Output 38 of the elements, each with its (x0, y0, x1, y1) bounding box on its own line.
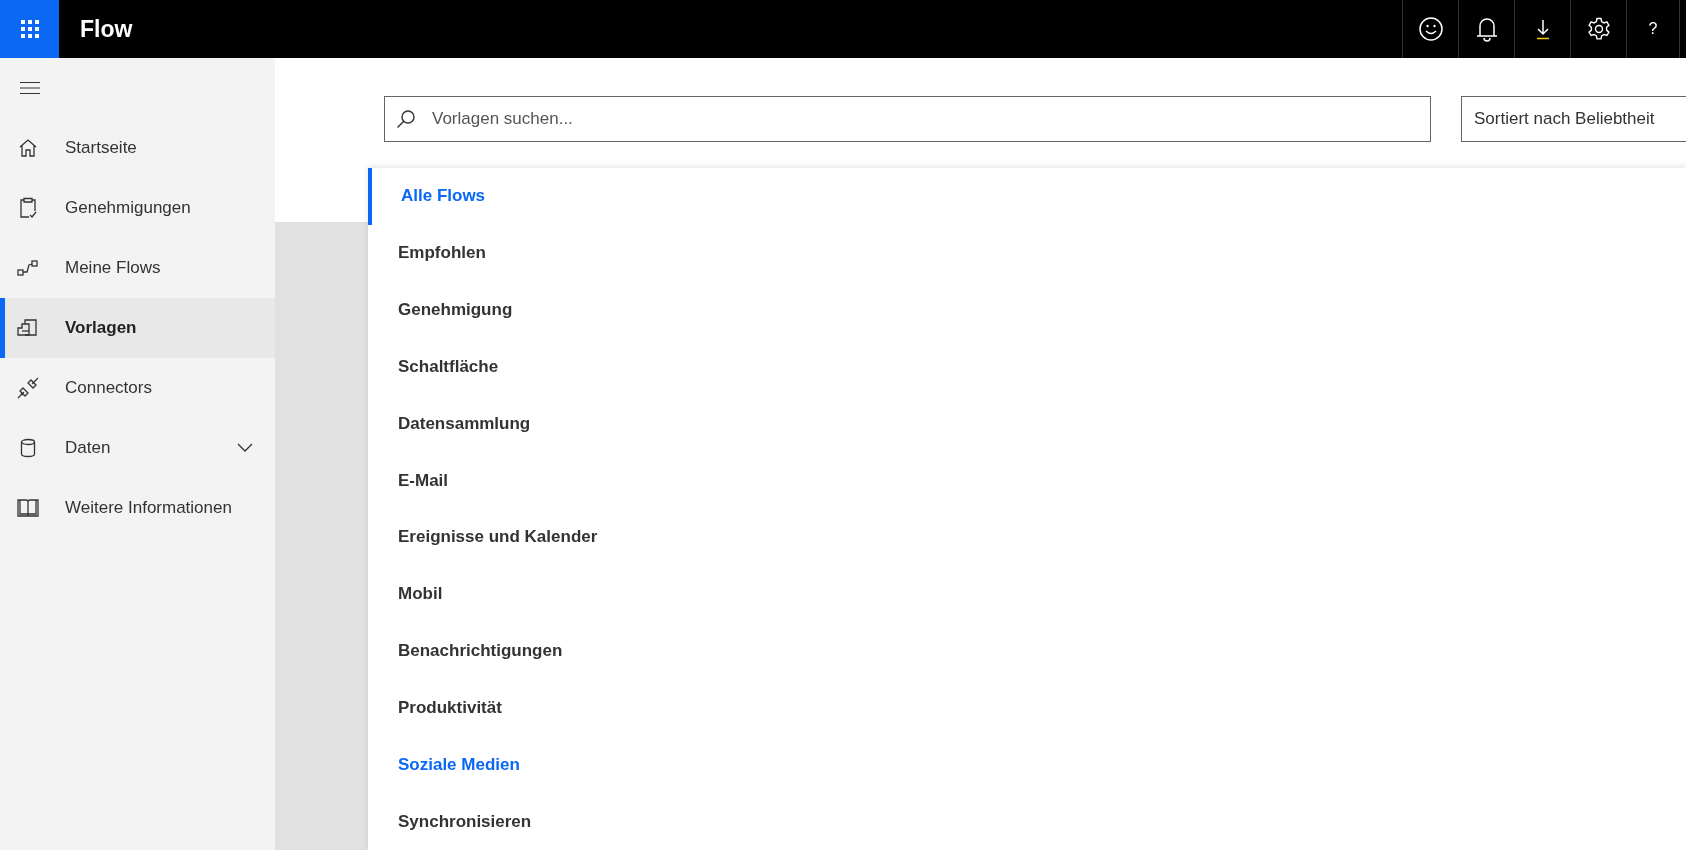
category-item[interactable]: Ereignisse und Kalender (368, 508, 1686, 566)
category-item[interactable]: Genehmigung (368, 281, 1686, 339)
sort-dropdown[interactable]: Sortiert nach Beliebtheit (1461, 96, 1686, 142)
home-icon (17, 138, 38, 158)
category-item[interactable]: Mobil (368, 565, 1686, 623)
category-item[interactable]: Synchronisieren (368, 793, 1686, 850)
nav-item[interactable]: Genehmigungen (0, 178, 275, 238)
chevron-icon (237, 443, 253, 453)
category-item[interactable]: Produktivität (368, 679, 1686, 737)
nav-item[interactable]: Meine Flows (0, 238, 275, 298)
nav-item[interactable]: Startseite (0, 118, 275, 178)
nav-item[interactable]: Connectors (0, 358, 275, 418)
bell-icon (1475, 16, 1498, 42)
clipboard-icon (17, 197, 38, 219)
grid-icon (19, 19, 40, 39)
category-item[interactable]: E-Mail (368, 452, 1686, 509)
category-item[interactable]: Alle Flows (368, 168, 1686, 225)
app-title[interactable]: Flow (80, 15, 133, 43)
search-field[interactable]: Vorlagen suchen... (384, 96, 1431, 142)
app-launcher-button[interactable] (0, 0, 59, 58)
category-item[interactable]: Schaltfläche (368, 338, 1686, 396)
smiley-icon (1417, 16, 1444, 42)
nav-item[interactable]: Weitere Informationen (0, 478, 275, 538)
book-icon (16, 498, 39, 518)
nav-item[interactable]: Daten (0, 418, 275, 478)
plug-icon (16, 377, 39, 399)
search-icon (396, 109, 416, 129)
category-item[interactable]: Empfohlen (368, 224, 1686, 282)
nav-item[interactable]: Vorlagen (0, 298, 275, 358)
menu-icon (20, 81, 40, 95)
templates-icon (16, 319, 39, 337)
category-item[interactable]: Datensammlung (368, 395, 1686, 453)
category-item[interactable]: Benachrichtigungen (368, 622, 1686, 680)
flow-icon (16, 260, 39, 276)
category-item[interactable]: Soziale Medien (368, 736, 1686, 794)
download-icon (1534, 18, 1551, 40)
database-icon (19, 438, 36, 458)
settings-icon (1586, 17, 1611, 41)
